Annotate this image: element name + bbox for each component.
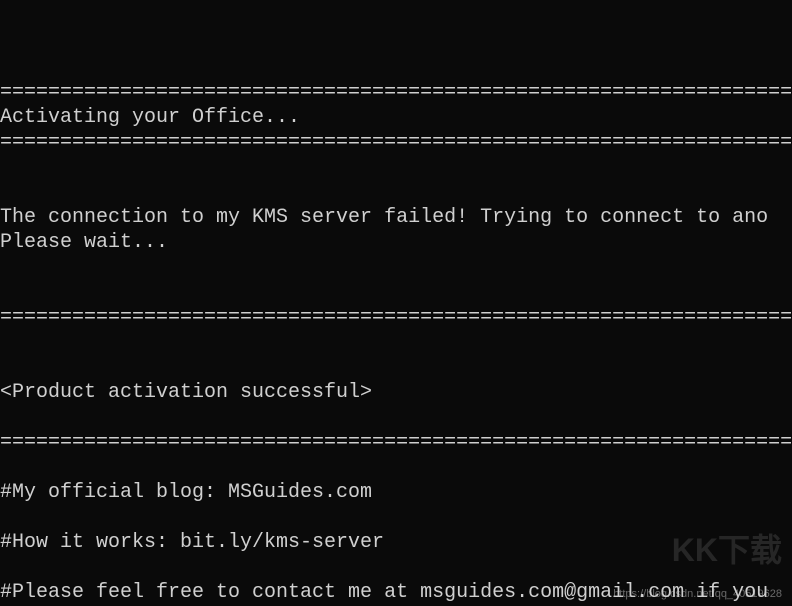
- divider-line: ========================================…: [0, 130, 792, 155]
- blank-line: [0, 505, 792, 530]
- connection-message: The connection to my KMS server failed! …: [0, 205, 792, 230]
- blank-line: [0, 330, 792, 355]
- blank-line: [0, 405, 792, 430]
- blank-line: [0, 455, 792, 480]
- blank-line: [0, 555, 792, 580]
- blank-line: [0, 30, 792, 55]
- blank-line: [0, 155, 792, 180]
- divider-line: ========================================…: [0, 430, 792, 455]
- blog-info: #My official blog: MSGuides.com: [0, 480, 792, 505]
- divider-line: ========================================…: [0, 80, 792, 105]
- divider-line: ========================================…: [0, 305, 792, 330]
- blank-line: [0, 355, 792, 380]
- wait-message: Please wait...: [0, 230, 792, 255]
- blank-line: [0, 5, 792, 30]
- blank-line: [0, 255, 792, 280]
- contact-info: #Please feel free to contact me at msgui…: [0, 580, 792, 605]
- blank-line: [0, 280, 792, 305]
- activation-title: Activating your Office...: [0, 105, 792, 130]
- blank-line: [0, 180, 792, 205]
- terminal-window: ========================================…: [0, 0, 792, 605]
- howitworks-info: #How it works: bit.ly/kms-server: [0, 530, 792, 555]
- blank-line: [0, 55, 792, 80]
- activation-result: <Product activation successful>: [0, 380, 792, 405]
